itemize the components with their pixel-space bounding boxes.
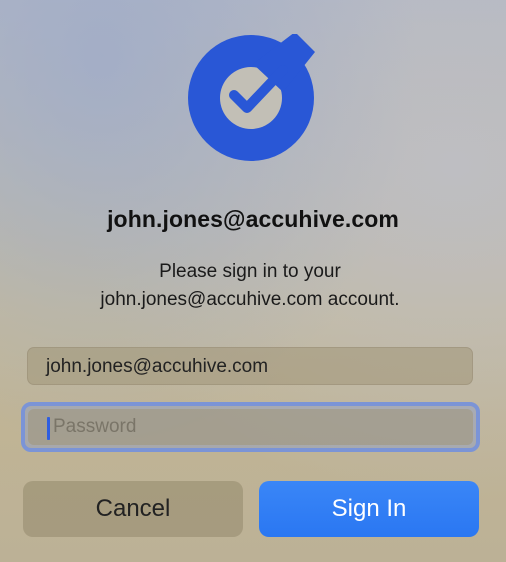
message-line-2: john.jones@accuhive.com account.	[100, 289, 400, 310]
sign-in-button[interactable]: Sign In	[259, 481, 479, 537]
email-field[interactable]: john.jones@accuhive.com	[27, 347, 473, 385]
password-focus-ring	[21, 402, 480, 452]
account-title: john.jones@accuhive.com	[107, 206, 399, 232]
checkmark-circle-logo-icon	[187, 34, 315, 162]
cancel-button[interactable]: Cancel	[23, 481, 243, 537]
password-input[interactable]	[28, 409, 473, 445]
text-caret	[47, 417, 50, 440]
sign-in-dialog: john.jones@accuhive.com Please sign in t…	[0, 0, 506, 562]
sign-in-message: Please sign in to your john.jones@accuhi…	[0, 258, 500, 314]
message-line-1: Please sign in to your	[159, 261, 341, 282]
